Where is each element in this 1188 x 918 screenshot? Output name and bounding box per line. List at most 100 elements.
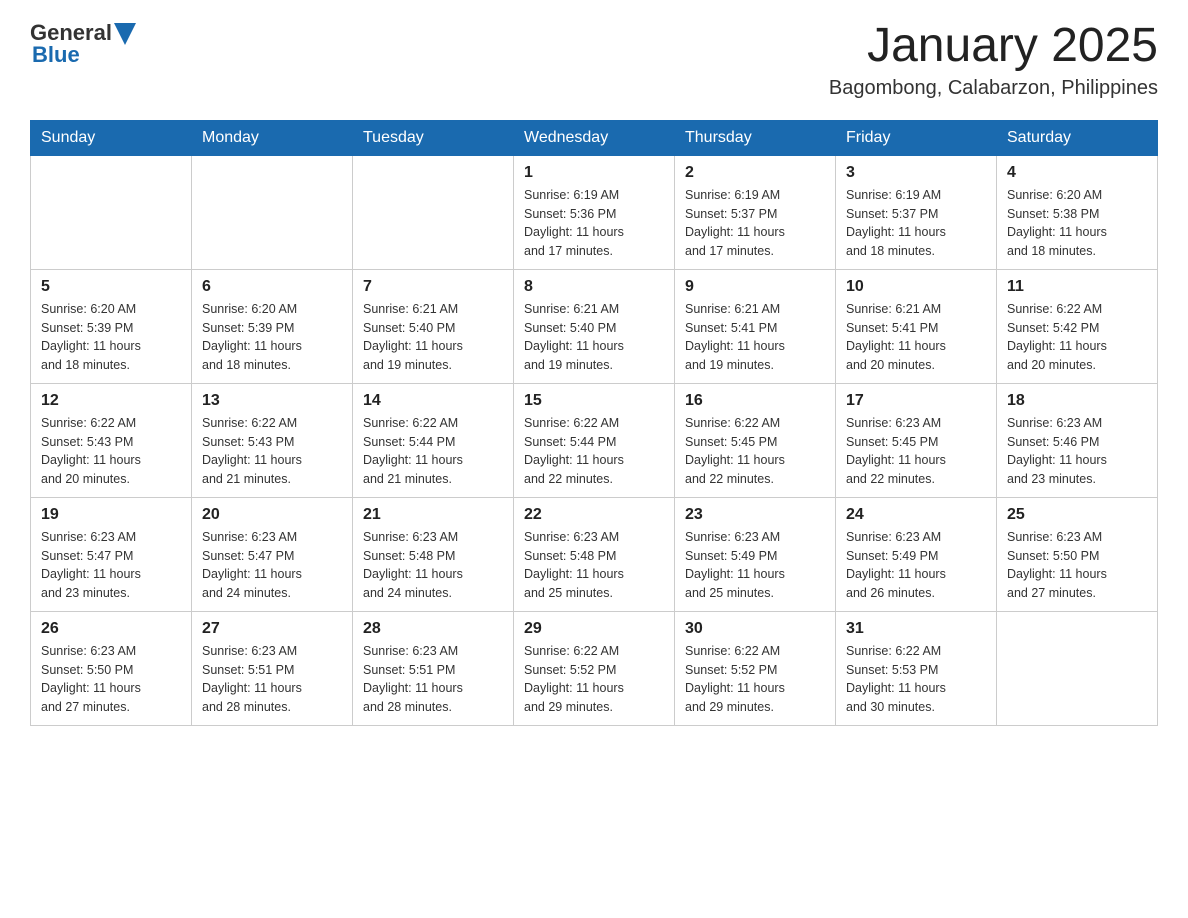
calendar-cell: 22 Sunrise: 6:23 AMSunset: 5:48 PMDayligh…: [514, 497, 675, 611]
weekday-header-monday: Monday: [192, 120, 353, 155]
page-header: General Blue January 2025 Bagombong, Cal…: [30, 20, 1158, 100]
logo-triangle-icon: [114, 23, 136, 45]
day-info: Sunrise: 6:23 AMSunset: 5:50 PMDaylight:…: [1007, 528, 1147, 603]
day-info: Sunrise: 6:21 AMSunset: 5:40 PMDaylight:…: [363, 300, 503, 375]
day-number: 17: [846, 392, 986, 410]
day-number: 18: [1007, 392, 1147, 410]
day-info: Sunrise: 6:23 AMSunset: 5:45 PMDaylight:…: [846, 414, 986, 489]
calendar-cell: 6 Sunrise: 6:20 AMSunset: 5:39 PMDaylight…: [192, 269, 353, 383]
weekday-header-friday: Friday: [836, 120, 997, 155]
calendar-cell: 18Sunrise: 6:23 AMSunset: 5:46 PMDayligh…: [997, 383, 1158, 497]
day-number: 6: [202, 278, 342, 296]
calendar-cell: 15 Sunrise: 6:22 AMSunset: 5:44 PMDayligh…: [514, 383, 675, 497]
day-number: 10: [846, 278, 986, 296]
calendar-cell: 10 Sunrise: 6:21 AMSunset: 5:41 PMDayligh…: [836, 269, 997, 383]
day-number: 22: [524, 506, 664, 524]
day-number: 12: [41, 392, 181, 410]
day-number: 25: [1007, 506, 1147, 524]
weekday-header-thursday: Thursday: [675, 120, 836, 155]
calendar-cell: 14 Sunrise: 6:22 AMSunset: 5:44 PMDayligh…: [353, 383, 514, 497]
day-info: Sunrise: 6:23 AMSunset: 5:49 PMDaylight:…: [846, 528, 986, 603]
day-number: 21: [363, 506, 503, 524]
calendar-cell: 9 Sunrise: 6:21 AMSunset: 5:41 PMDaylight…: [675, 269, 836, 383]
day-info: Sunrise: 6:22 AMSunset: 5:43 PMDaylight:…: [202, 414, 342, 489]
day-info: Sunrise: 6:22 AMSunset: 5:43 PMDaylight:…: [41, 414, 181, 489]
day-number: 9: [685, 278, 825, 296]
day-info: Sunrise: 6:19 AMSunset: 5:36 PMDaylight:…: [524, 186, 664, 261]
day-number: 15: [524, 392, 664, 410]
calendar-cell: 5Sunrise: 6:20 AMSunset: 5:39 PMDaylight…: [31, 269, 192, 383]
day-info: Sunrise: 6:19 AMSunset: 5:37 PMDaylight:…: [685, 186, 825, 261]
day-info: Sunrise: 6:23 AMSunset: 5:48 PMDaylight:…: [363, 528, 503, 603]
day-info: Sunrise: 6:22 AMSunset: 5:44 PMDaylight:…: [363, 414, 503, 489]
day-info: Sunrise: 6:23 AMSunset: 5:47 PMDaylight:…: [41, 528, 181, 603]
calendar-cell: 24Sunrise: 6:23 AMSunset: 5:49 PMDayligh…: [836, 497, 997, 611]
day-number: 20: [202, 506, 342, 524]
month-title: January 2025: [829, 20, 1158, 73]
day-info: Sunrise: 6:23 AMSunset: 5:48 PMDaylight:…: [524, 528, 664, 603]
day-info: Sunrise: 6:22 AMSunset: 5:53 PMDaylight:…: [846, 642, 986, 717]
day-number: 13: [202, 392, 342, 410]
weekday-header-saturday: Saturday: [997, 120, 1158, 155]
day-number: 29: [524, 620, 664, 638]
calendar-cell: 25 Sunrise: 6:23 AMSunset: 5:50 PMDayligh…: [997, 497, 1158, 611]
day-info: Sunrise: 6:23 AMSunset: 5:49 PMDaylight:…: [685, 528, 825, 603]
day-number: 11: [1007, 278, 1147, 296]
calendar-cell: 29 Sunrise: 6:22 AMSunset: 5:52 PMDayligh…: [514, 611, 675, 725]
day-info: Sunrise: 6:21 AMSunset: 5:41 PMDaylight:…: [846, 300, 986, 375]
title-section: January 2025 Bagombong, Calabarzon, Phil…: [829, 20, 1158, 100]
day-number: 30: [685, 620, 825, 638]
day-info: Sunrise: 6:22 AMSunset: 5:45 PMDaylight:…: [685, 414, 825, 489]
calendar-cell: 30 Sunrise: 6:22 AMSunset: 5:52 PMDayligh…: [675, 611, 836, 725]
calendar-cell: 8 Sunrise: 6:21 AMSunset: 5:40 PMDaylight…: [514, 269, 675, 383]
calendar-week-row: 12 Sunrise: 6:22 AMSunset: 5:43 PMDayligh…: [31, 383, 1158, 497]
calendar-week-row: 26 Sunrise: 6:23 AMSunset: 5:50 PMDayligh…: [31, 611, 1158, 725]
calendar-cell: 23 Sunrise: 6:23 AMSunset: 5:49 PMDayligh…: [675, 497, 836, 611]
day-number: 28: [363, 620, 503, 638]
day-info: Sunrise: 6:23 AMSunset: 5:50 PMDaylight:…: [41, 642, 181, 717]
calendar-cell: 12 Sunrise: 6:22 AMSunset: 5:43 PMDayligh…: [31, 383, 192, 497]
day-number: 19: [41, 506, 181, 524]
calendar-cell: [353, 155, 514, 269]
calendar-cell: 20 Sunrise: 6:23 AMSunset: 5:47 PMDayligh…: [192, 497, 353, 611]
day-info: Sunrise: 6:20 AMSunset: 5:39 PMDaylight:…: [202, 300, 342, 375]
calendar-cell: 13 Sunrise: 6:22 AMSunset: 5:43 PMDayligh…: [192, 383, 353, 497]
day-number: 8: [524, 278, 664, 296]
day-info: Sunrise: 6:21 AMSunset: 5:41 PMDaylight:…: [685, 300, 825, 375]
day-number: 16: [685, 392, 825, 410]
calendar-cell: 16 Sunrise: 6:22 AMSunset: 5:45 PMDayligh…: [675, 383, 836, 497]
day-number: 23: [685, 506, 825, 524]
day-number: 14: [363, 392, 503, 410]
calendar-cell: [997, 611, 1158, 725]
day-number: 26: [41, 620, 181, 638]
day-info: Sunrise: 6:22 AMSunset: 5:44 PMDaylight:…: [524, 414, 664, 489]
calendar-cell: 27 Sunrise: 6:23 AMSunset: 5:51 PMDayligh…: [192, 611, 353, 725]
calendar-week-row: 1 Sunrise: 6:19 AMSunset: 5:36 PMDaylight…: [31, 155, 1158, 269]
day-info: Sunrise: 6:23 AMSunset: 5:47 PMDaylight:…: [202, 528, 342, 603]
calendar-table: SundayMondayTuesdayWednesdayThursdayFrid…: [30, 120, 1158, 726]
day-number: 2: [685, 164, 825, 182]
calendar-cell: 1 Sunrise: 6:19 AMSunset: 5:36 PMDaylight…: [514, 155, 675, 269]
calendar-cell: 28Sunrise: 6:23 AMSunset: 5:51 PMDayligh…: [353, 611, 514, 725]
weekday-header-tuesday: Tuesday: [353, 120, 514, 155]
day-info: Sunrise: 6:23 AMSunset: 5:51 PMDaylight:…: [202, 642, 342, 717]
day-info: Sunrise: 6:19 AMSunset: 5:37 PMDaylight:…: [846, 186, 986, 261]
calendar-cell: [192, 155, 353, 269]
weekday-header-wednesday: Wednesday: [514, 120, 675, 155]
day-info: Sunrise: 6:22 AMSunset: 5:52 PMDaylight:…: [524, 642, 664, 717]
day-info: Sunrise: 6:21 AMSunset: 5:40 PMDaylight:…: [524, 300, 664, 375]
day-number: 7: [363, 278, 503, 296]
day-number: 27: [202, 620, 342, 638]
day-number: 3: [846, 164, 986, 182]
calendar-cell: 11Sunrise: 6:22 AMSunset: 5:42 PMDayligh…: [997, 269, 1158, 383]
calendar-cell: 19 Sunrise: 6:23 AMSunset: 5:47 PMDayligh…: [31, 497, 192, 611]
calendar-cell: 17 Sunrise: 6:23 AMSunset: 5:45 PMDayligh…: [836, 383, 997, 497]
calendar-cell: 4Sunrise: 6:20 AMSunset: 5:38 PMDaylight…: [997, 155, 1158, 269]
calendar-cell: 3 Sunrise: 6:19 AMSunset: 5:37 PMDaylight…: [836, 155, 997, 269]
day-info: Sunrise: 6:20 AMSunset: 5:38 PMDaylight:…: [1007, 186, 1147, 261]
weekday-header-sunday: Sunday: [31, 120, 192, 155]
day-info: Sunrise: 6:22 AMSunset: 5:52 PMDaylight:…: [685, 642, 825, 717]
day-number: 1: [524, 164, 664, 182]
day-number: 31: [846, 620, 986, 638]
calendar-cell: [31, 155, 192, 269]
